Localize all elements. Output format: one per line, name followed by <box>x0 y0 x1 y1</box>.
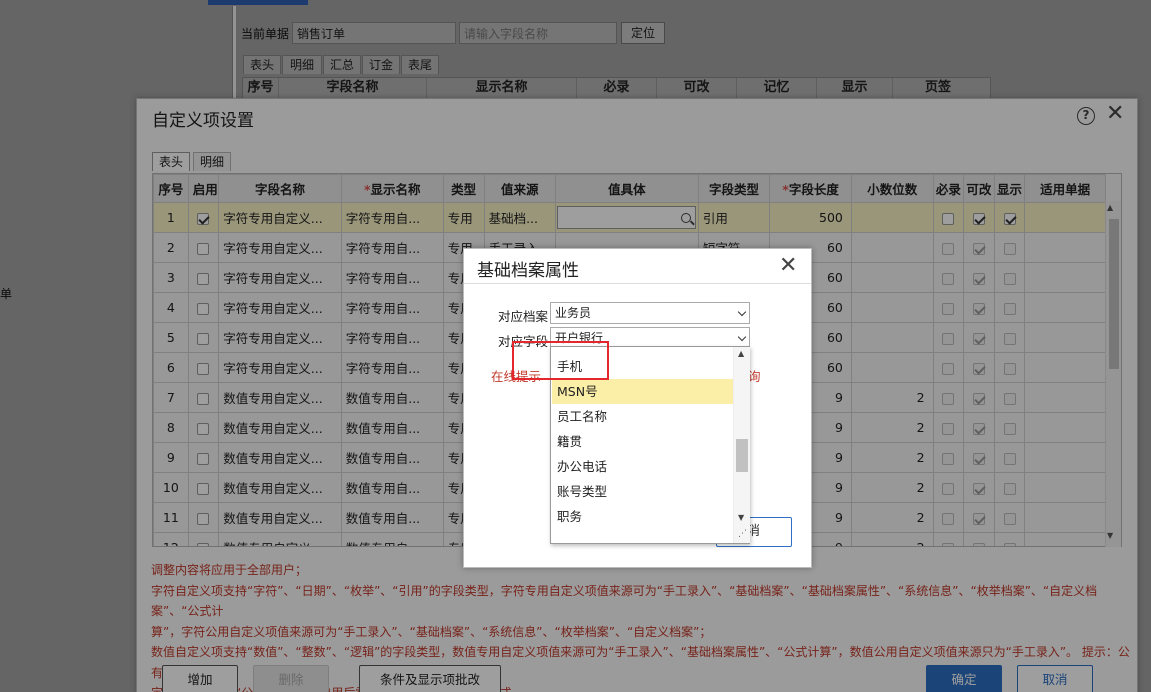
subdialog-title: 基础档案属性 <box>477 261 579 281</box>
title-divider <box>464 283 811 284</box>
chevron-down-icon <box>737 307 747 317</box>
dropdown-option[interactable]: 办公电话 <box>556 454 732 479</box>
scroll-up-icon[interactable]: ▲ <box>738 349 744 358</box>
dropdown-scrollbar[interactable]: ▲ ▼ ⋰ <box>733 347 750 543</box>
dropdown-option-highlighted[interactable]: MSN号 <box>552 379 733 404</box>
resize-grip-icon[interactable]: ⋰ <box>738 529 747 539</box>
archive-label: 对应档案 <box>497 309 548 324</box>
highlight-annotation-box <box>512 341 609 380</box>
chevron-down-icon <box>737 332 747 342</box>
close-icon[interactable]: ✕ <box>779 253 797 278</box>
dropdown-option[interactable]: 员工名称 <box>556 404 732 429</box>
dropdown-option[interactable]: 职务 <box>556 504 732 529</box>
scroll-down-icon[interactable]: ▼ <box>738 513 744 522</box>
dropdown-option[interactable]: 账号类型 <box>556 479 732 504</box>
archive-select[interactable]: 业务员 <box>550 302 750 324</box>
dropdown-option[interactable]: 籍贯 <box>556 429 732 454</box>
dropdown-scroll-thumb[interactable] <box>736 439 748 472</box>
